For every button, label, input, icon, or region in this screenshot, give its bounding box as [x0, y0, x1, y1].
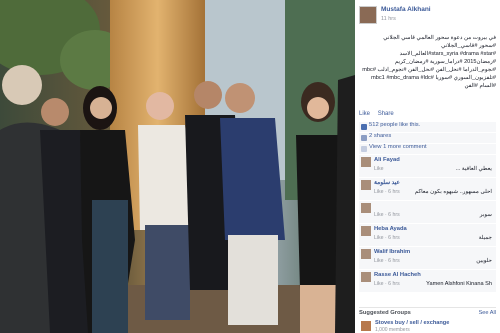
commenter-avatar[interactable]	[361, 203, 371, 213]
comment-text: سوبر	[479, 212, 492, 218]
comment-meta[interactable]: Like · 6 hrs	[374, 281, 400, 287]
shares-row[interactable]: 2 shares	[359, 133, 496, 143]
group-name[interactable]: Stoves buy / sell / exchange	[375, 320, 449, 326]
post-actions: Like Share	[359, 111, 400, 117]
commenter-avatar[interactable]	[361, 272, 371, 282]
comment-item: Heba Ayada Like · 6 hrs جميلة	[359, 224, 496, 246]
view-more-label[interactable]: View 1 more comment	[369, 144, 427, 150]
comment-item: Like · 6 hrs سوبر	[359, 201, 496, 223]
comment-meta[interactable]: Like · 6 hrs	[374, 258, 400, 264]
comment-text: يعطي العافية ...	[455, 166, 492, 172]
likes-row[interactable]: 512 people like this.	[359, 122, 496, 132]
author-name[interactable]: Mustafa Alkhani	[381, 6, 431, 13]
suggested-groups: Suggested Groups See All Stoves buy / se…	[359, 307, 496, 333]
shares-count[interactable]: 2 shares	[369, 133, 391, 139]
comment-item: Rasse Al Hacheh Like · 6 hrs Yamen Alshf…	[359, 270, 496, 292]
commenter-avatar[interactable]	[361, 226, 371, 236]
post-timestamp[interactable]: 11 hrs	[381, 16, 396, 22]
caption-line[interactable]: #سحور #قاسي_الجلاني	[359, 42, 496, 50]
comment-meta[interactable]: Like · 6 hrs	[374, 212, 400, 218]
share-link[interactable]: Share	[378, 111, 394, 117]
caption-line[interactable]: #تلفزيون_السوري #سوريا #mbc1 #mbc_drama …	[359, 74, 496, 90]
view-more-comments[interactable]: View 1 more comment	[359, 144, 496, 154]
comment-icon	[361, 146, 367, 152]
caption-line[interactable]: #نجوم_الدراما #نحل_الفن #نحل_الفن #نجوم_…	[359, 66, 496, 74]
group-member-count: 1,000 members	[375, 327, 410, 333]
commenter-avatar[interactable]	[361, 180, 371, 190]
share-icon	[361, 135, 367, 141]
post-sidebar: Mustafa Alkhani 11 hrs في بيروت من دعوة …	[355, 0, 500, 333]
caption-line[interactable]: #رمضان2015 #دراما_سورية #رمضان_كريم	[359, 58, 496, 66]
commenter-avatar[interactable]	[361, 157, 371, 167]
photo-image	[0, 0, 355, 333]
thumbs-up-icon	[361, 124, 367, 130]
comment-text: Yamen Alshfoni Kinana Sh	[426, 281, 492, 287]
likes-count[interactable]: 512 people like this.	[369, 122, 420, 128]
comment-item: عيد سلومة Like · 6 hrs احلى مسهور.. شبهو…	[359, 178, 496, 200]
comment-meta[interactable]: Like · 6 hrs	[374, 189, 400, 195]
comment-text: حلويين	[476, 258, 492, 264]
commenter-name[interactable]: Walif Ibrahim	[374, 249, 410, 255]
post-photo[interactable]	[0, 0, 355, 333]
post-header: Mustafa Alkhani 11 hrs	[359, 4, 498, 26]
comment-meta[interactable]: Like	[374, 166, 384, 172]
see-all-link[interactable]: See All	[479, 310, 496, 316]
commenter-name[interactable]: Ali Fayad	[374, 157, 400, 163]
like-link[interactable]: Like	[359, 111, 370, 117]
commenter-name[interactable]: Rasse Al Hacheh	[374, 272, 421, 278]
commenter-name[interactable]: عيد سلومة	[374, 180, 400, 186]
caption-line[interactable]: #stars_syria #drama #star#العالم_الاسد	[359, 50, 496, 58]
author-avatar[interactable]	[359, 6, 377, 24]
comment-text: جميلة	[478, 235, 492, 241]
group-thumbnail[interactable]	[361, 321, 371, 331]
comment-meta[interactable]: Like · 6 hrs	[374, 235, 400, 241]
caption-line: في بيروت من دعوة سحور العالمي قاسي الجلا…	[383, 35, 496, 41]
comment-item: Ali Fayad Like يعطي العافية ...	[359, 155, 496, 177]
post-caption: في بيروت من دعوة سحور العالمي قاسي الجلا…	[359, 34, 496, 104]
commenter-name[interactable]: Heba Ayada	[374, 226, 407, 232]
suggested-groups-title: Suggested Groups	[359, 310, 411, 316]
comment-text: احلى مسهور.. شبهوه بكون معاكم	[414, 189, 492, 195]
comment-item: Walif Ibrahim Like · 6 hrs حلويين	[359, 247, 496, 269]
commenter-avatar[interactable]	[361, 249, 371, 259]
